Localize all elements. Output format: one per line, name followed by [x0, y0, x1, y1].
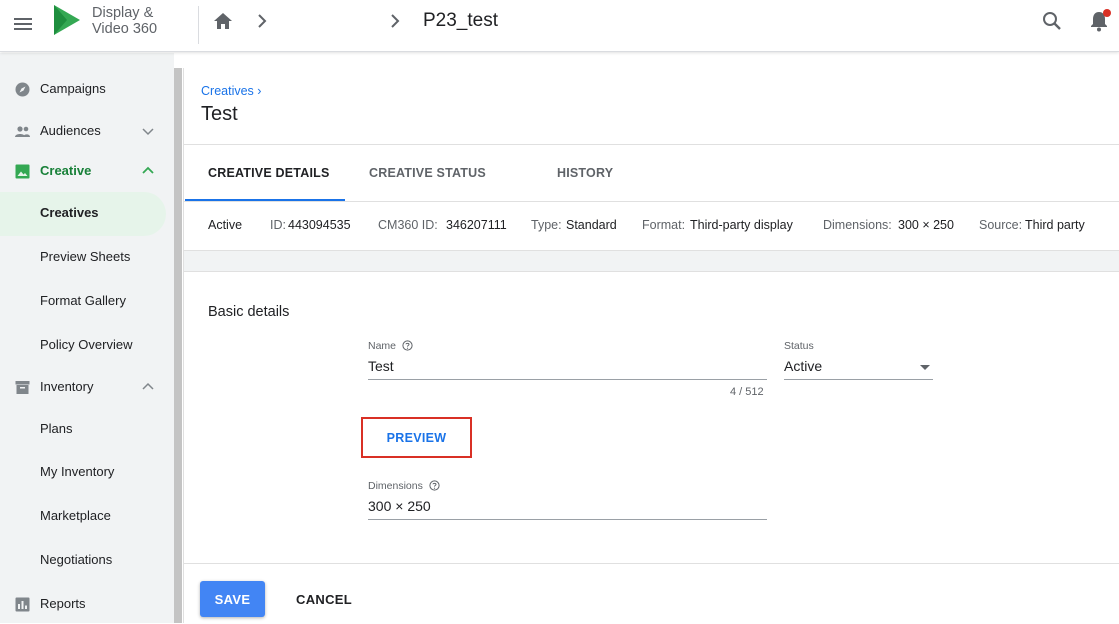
- menu-icon[interactable]: [12, 13, 34, 35]
- sidebar-item-label: Creative: [40, 163, 92, 178]
- sidebar-item-label: Negotiations: [40, 552, 113, 567]
- compass-icon: [15, 82, 30, 97]
- sidebar-item-label: Marketplace: [40, 508, 111, 523]
- sidebar-item-label: Policy Overview: [40, 337, 133, 352]
- name-input[interactable]: Test: [368, 358, 394, 374]
- tab-history[interactable]: HISTORY: [557, 166, 613, 180]
- sidebar-item-my-inventory[interactable]: My Inventory: [0, 452, 174, 492]
- preview-button[interactable]: PREVIEW: [361, 417, 472, 458]
- divider: [184, 201, 1119, 202]
- sidebar-item-label: Preview Sheets: [40, 249, 131, 264]
- sidebar-item-inventory[interactable]: Inventory: [0, 367, 174, 407]
- sidebar-item-negotiations[interactable]: Negotiations: [0, 540, 174, 580]
- dimensions-label-text: Dimensions: [368, 480, 423, 492]
- dimensions-input[interactable]: 300 × 250: [368, 498, 431, 514]
- sidebar-item-label: Format Gallery: [40, 293, 126, 308]
- page-title: Test: [201, 103, 238, 125]
- dropdown-arrow-icon[interactable]: [920, 365, 930, 370]
- chevron-right-icon: [391, 14, 400, 28]
- sidebar-item-preview-sheets[interactable]: Preview Sheets: [0, 237, 174, 277]
- people-icon: [15, 126, 30, 137]
- help-icon[interactable]: [429, 480, 440, 491]
- source-key: Source:: [979, 218, 1023, 232]
- source-value: Third party: [1025, 218, 1085, 232]
- sidebar-item-label: Inventory: [40, 379, 94, 394]
- sidebar-item-format-gallery[interactable]: Format Gallery: [0, 281, 174, 321]
- help-icon[interactable]: [402, 340, 413, 351]
- section-title: Basic details: [208, 304, 290, 320]
- sidebar-item-audiences[interactable]: Audiences: [0, 111, 174, 151]
- header-divider: [198, 6, 199, 44]
- sidebar-item-campaigns[interactable]: Campaigns: [0, 69, 174, 109]
- chevron-up-icon[interactable]: [140, 163, 156, 179]
- id-key: ID:: [270, 218, 286, 232]
- sidebar-item-reports[interactable]: Reports: [0, 584, 174, 624]
- format-key: Format:: [642, 218, 686, 232]
- sidebar-item-label: Audiences: [40, 123, 101, 138]
- sidebar-item-label: My Inventory: [40, 464, 115, 479]
- dv360-logo-icon[interactable]: [51, 3, 83, 37]
- status-text: Active: [208, 218, 243, 232]
- name-label-text: Name: [368, 340, 397, 352]
- status-field-label: Status: [784, 340, 814, 352]
- search-icon[interactable]: [1040, 9, 1064, 33]
- sidebar-item-plans[interactable]: Plans: [0, 409, 174, 449]
- tab-creative-details[interactable]: CREATIVE DETAILS: [208, 166, 330, 180]
- dimensions-input-underline: [368, 519, 767, 520]
- type-key: Type:: [531, 218, 562, 232]
- cancel-button[interactable]: CANCEL: [286, 581, 362, 617]
- cm360-id-value: 346207111: [446, 218, 507, 232]
- name-input-underline: [368, 379, 767, 380]
- app-name: Display & Video 360: [92, 5, 158, 37]
- name-char-counter: 4 / 512: [730, 386, 764, 398]
- status-select-underline: [784, 379, 933, 380]
- chevron-right-icon: [258, 14, 267, 28]
- basic-details-card: Basic details Name Test 4 / 512 Status A…: [184, 271, 1119, 561]
- archive-icon: [15, 381, 30, 394]
- bar-chart-icon: [15, 597, 30, 612]
- sidebar-item-creatives[interactable]: Creatives: [0, 193, 174, 233]
- dimensions-field-label: Dimensions: [368, 480, 440, 492]
- breadcrumb-current[interactable]: P23_test: [423, 10, 498, 32]
- cm360-id-key: CM360 ID:: [378, 218, 438, 232]
- sidebar-item-marketplace[interactable]: Marketplace: [0, 496, 174, 536]
- sidebar-scrollbar[interactable]: [174, 68, 182, 623]
- sidebar-item-label: Creatives: [40, 205, 99, 220]
- chevron-up-icon[interactable]: [140, 379, 156, 395]
- type-value: Standard: [566, 218, 617, 232]
- dimensions-key: Dimensions:: [823, 218, 892, 232]
- sidebar-item-label: Reports: [40, 596, 86, 611]
- top-app-bar: Display & Video 360 P23_test: [0, 0, 1119, 52]
- id-value: 443094535: [288, 218, 351, 232]
- sidebar-item-policy-overview[interactable]: Policy Overview: [0, 325, 174, 365]
- sidebar-item-creative[interactable]: Creative: [0, 151, 174, 191]
- save-button[interactable]: SAVE: [200, 581, 265, 617]
- home-icon[interactable]: [212, 10, 234, 32]
- sidebar-item-label: Plans: [40, 421, 73, 436]
- action-footer: SAVE CANCEL: [184, 563, 1119, 623]
- sidebar-item-label: Campaigns: [40, 81, 106, 96]
- breadcrumb-creatives[interactable]: Creatives ›: [201, 84, 261, 98]
- dimensions-value: 300 × 250: [898, 218, 954, 232]
- notification-badge: [1103, 9, 1111, 17]
- tab-creative-status[interactable]: CREATIVE STATUS: [369, 166, 486, 180]
- chevron-down-icon[interactable]: [140, 123, 156, 139]
- divider: [184, 144, 1119, 145]
- section-spacer: [184, 251, 1119, 271]
- format-value: Third-party display: [690, 218, 793, 232]
- name-field-label: Name: [368, 340, 413, 352]
- status-select[interactable]: Active: [784, 358, 822, 374]
- sidebar: Campaigns Audiences Creative Creatives P…: [0, 53, 174, 623]
- main-content: Creatives › Test CREATIVE DETAILS CREATI…: [183, 68, 1119, 623]
- image-icon: [15, 164, 30, 179]
